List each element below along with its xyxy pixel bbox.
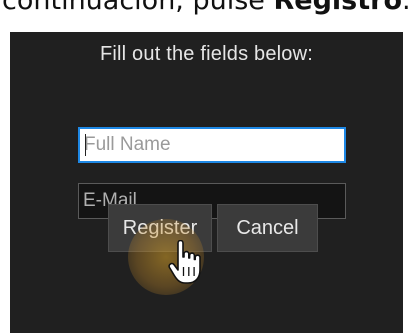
caption-text: continuación, pulse Registro.: [2, 0, 411, 18]
registration-dialog: Fill out the fields below: Register Canc…: [10, 32, 403, 333]
tutorial-caption: continuación, pulse Registro.: [0, 0, 412, 32]
full-name-input[interactable]: [78, 127, 346, 163]
caption-prefix: continuación, pulse: [2, 0, 274, 16]
instruction-text: Fill out the fields below:: [99, 43, 314, 65]
cancel-button[interactable]: Cancel: [217, 204, 318, 252]
caption-suffix: .: [402, 0, 411, 16]
text-caret: [85, 134, 86, 156]
register-button[interactable]: Register: [108, 204, 212, 252]
caption-bold-word: Registro: [273, 0, 403, 16]
